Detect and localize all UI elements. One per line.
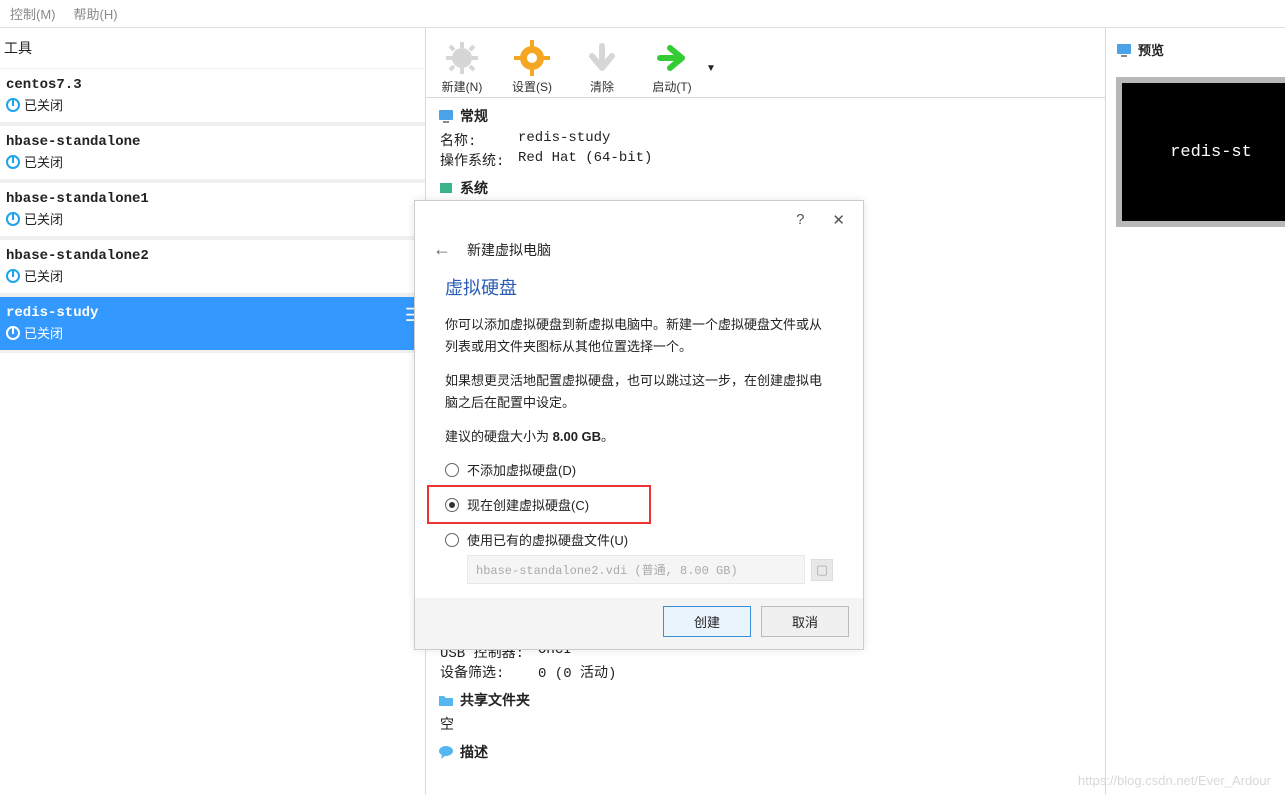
radio-use-existing[interactable]: 使用已有的虚拟硬盘文件(U) [445, 530, 833, 549]
vm-list: centos7.3 已关闭 hbase-standalone 已关闭 hbase… [0, 68, 425, 794]
vm-item-selected[interactable]: ☰ redis-study 已关闭 [0, 296, 425, 353]
dialog-paragraph: 建议的硬盘大小为 8.00 GB。 [445, 426, 833, 448]
os-val: Red Hat (64-bit) [518, 150, 652, 170]
new-vm-dialog: ? ✕ ← 新建虚拟电脑 虚拟硬盘 你可以添加虚拟硬盘到新虚拟电脑中。新建一个虚… [414, 200, 864, 650]
highlight-box: 现在创建虚拟硬盘(C) [427, 485, 651, 524]
browse-folder-icon[interactable]: ▢ [811, 559, 833, 581]
dialog-paragraph: 如果想更灵活地配置虚拟硬盘，也可以跳过这一步，在创建虚拟电脑之后在配置中设定。 [445, 370, 833, 414]
arrow-right-icon [654, 40, 690, 76]
vm-list-pane: 工具 centos7.3 已关闭 hbase-standalone 已关闭 hb… [0, 28, 426, 794]
radio-icon [445, 463, 459, 477]
vm-status: 已关闭 [24, 95, 63, 114]
section-system: 系统 [438, 178, 1093, 198]
tools-header: 工具 [0, 28, 425, 68]
radio-create-disk[interactable]: 现在创建虚拟硬盘(C) [445, 495, 589, 514]
dialog-title-bar: 新建虚拟电脑 [467, 240, 551, 260]
vm-item[interactable]: hbase-standalone2 已关闭 [0, 239, 425, 296]
chip-icon [438, 181, 454, 195]
devfilter-key: 设备筛选: [440, 662, 530, 682]
radio-label: 使用已有的虚拟硬盘文件(U) [467, 530, 628, 549]
vm-name: centos7.3 [6, 77, 419, 93]
vm-status: 已关闭 [24, 209, 63, 228]
radio-label: 不添加虚拟硬盘(D) [467, 460, 576, 479]
section-shared: 共享文件夹 [438, 690, 1093, 710]
create-button[interactable]: 创建 [663, 606, 751, 637]
vm-status: 已关闭 [24, 266, 63, 285]
settings-button[interactable]: 设置(S) [508, 40, 556, 95]
power-icon [6, 326, 20, 340]
folder-icon [438, 693, 454, 707]
vm-item[interactable]: centos7.3 已关闭 [0, 68, 425, 125]
thumb-text: redis-st [1170, 143, 1252, 162]
new-button[interactable]: 新建(N) [438, 40, 486, 95]
arrow-down-icon [584, 40, 620, 76]
toolbar-label: 启动(T) [652, 78, 691, 95]
radio-label: 现在创建虚拟硬盘(C) [467, 495, 589, 514]
help-icon[interactable]: ? [796, 211, 804, 229]
disk-file-select: hbase-standalone2.vdi (普通, 8.00 GB) [467, 555, 805, 584]
os-key: 操作系统: [440, 150, 510, 170]
toolbar-label: 新建(N) [442, 78, 483, 95]
section-general: 常规 [438, 106, 1093, 126]
monitor-icon [1116, 43, 1132, 57]
chevron-down-icon[interactable]: ▼ [706, 63, 716, 74]
gear-icon [514, 40, 550, 76]
name-key: 名称: [440, 130, 510, 150]
power-icon [6, 98, 20, 112]
vm-item[interactable]: hbase-standalone 已关闭 [0, 125, 425, 182]
radio-no-disk[interactable]: 不添加虚拟硬盘(D) [445, 460, 833, 479]
preview-pane: 预览 redis-st [1105, 28, 1285, 794]
menu-bar: 控制(M) 帮助(H) [0, 0, 1285, 28]
clear-button[interactable]: 清除 [578, 40, 626, 95]
vm-name: hbase-standalone2 [6, 248, 419, 264]
speech-icon [438, 745, 454, 759]
radio-icon [445, 533, 459, 547]
monitor-icon [438, 109, 454, 123]
power-icon [6, 212, 20, 226]
close-icon[interactable]: ✕ [832, 211, 845, 229]
vm-name: redis-study [6, 305, 419, 321]
toolbar: 新建(N) 设置(S) 清除 启动(T) ▼ [426, 28, 1105, 98]
cancel-button[interactable]: 取消 [761, 606, 849, 637]
vm-name: hbase-standalone1 [6, 191, 419, 207]
vm-status: 已关闭 [24, 323, 63, 342]
watermark: https://blog.csdn.net/Ever_Ardour [1078, 773, 1271, 788]
devfilter-val: 0 (0 活动) [538, 662, 616, 682]
menu-help[interactable]: 帮助(H) [74, 4, 118, 23]
power-icon [6, 269, 20, 283]
power-icon [6, 155, 20, 169]
vm-status: 已关闭 [24, 152, 63, 171]
section-desc: 描述 [438, 742, 1093, 762]
toolbar-label: 清除 [590, 78, 614, 95]
preview-header: 预览 [1116, 40, 1275, 59]
name-val: redis-study [518, 130, 610, 150]
toolbar-label: 设置(S) [512, 78, 552, 95]
back-arrow-icon[interactable]: ← [433, 239, 451, 260]
dialog-paragraph: 你可以添加虚拟硬盘到新虚拟电脑中。新建一个虚拟硬盘文件或从列表或用文件夹图标从其… [445, 314, 833, 358]
menu-control[interactable]: 控制(M) [10, 4, 56, 23]
start-button[interactable]: 启动(T) [648, 40, 696, 95]
preview-thumbnail[interactable]: redis-st [1116, 77, 1285, 227]
vm-name: hbase-standalone [6, 134, 419, 150]
dialog-title: 虚拟硬盘 [445, 274, 833, 300]
sun-icon [444, 40, 480, 76]
shared-val: 空 [440, 714, 454, 734]
vm-item[interactable]: hbase-standalone1 已关闭 [0, 182, 425, 239]
radio-icon [445, 498, 459, 512]
